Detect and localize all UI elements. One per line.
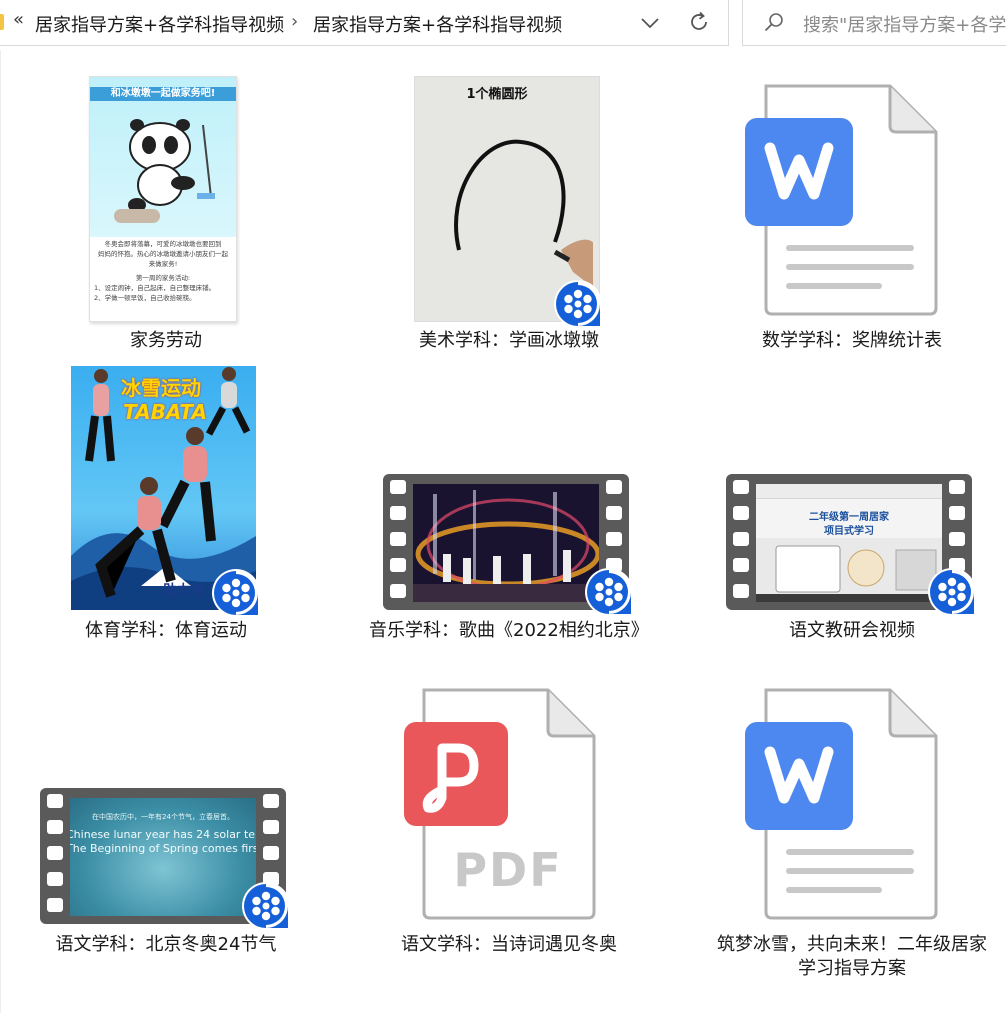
image-thumbnail: 和冰墩墩一起做家务吧! 冬奥会即将落幕，可爱的冰墩墩也要回到 妈妈的怀抱。热心的… <box>89 76 237 322</box>
film-sprockets-left <box>388 474 408 610</box>
video-player-icon <box>212 569 260 617</box>
video-player-icon <box>585 568 633 616</box>
thumbnail-title: 和冰墩墩一起做家务吧! <box>90 87 236 101</box>
subtitle-line: 在中国农历中，一年有24个节气，立春居首。 <box>92 813 234 821</box>
thumbnail-title: 1个椭圆形 <box>466 87 528 102</box>
file-name: 数学学科：奖牌统计表 <box>762 330 942 351</box>
slide-toolbar <box>756 484 942 499</box>
thumbnail-footer: 助力冬 <box>163 583 205 599</box>
file-name: 语文学科：当诗词遇见冬奥 <box>401 934 617 955</box>
word-document-icon <box>745 688 938 920</box>
panda-illustration <box>128 119 215 212</box>
file-name: 语文教研会视频 <box>789 620 915 641</box>
breadcrumb-separator-icon[interactable]: › <box>291 11 298 32</box>
search-box[interactable]: 搜索"居家指导方案+各学科指导视频" <box>742 0 1006 46</box>
slide-title: 二年级第一周居家 <box>809 512 889 523</box>
breadcrumb-item[interactable]: 居家指导方案+各学科指导视频 <box>35 11 284 37</box>
breadcrumb-overflow[interactable]: « <box>13 9 24 30</box>
pane-divider <box>0 50 1 1013</box>
film-sprockets-left <box>731 474 751 610</box>
film-sprockets-left <box>45 788 65 924</box>
video-frame: 二年级第一周居家 项目式学习 <box>756 484 942 602</box>
video-player-icon <box>554 280 602 328</box>
video-player-icon <box>242 882 290 930</box>
video-frame: 在中国农历中，一年有24个节气，立春居首。 Chinese lunar year… <box>70 798 256 916</box>
pdf-badge: PDF <box>453 843 563 897</box>
file-name: 美术学科：学画冰墩墩 <box>419 330 599 351</box>
file-name: 音乐学科：歌曲《2022相约北京》 <box>369 620 649 641</box>
subtitle-line: The Beginning of Spring comes first <box>70 842 256 855</box>
file-name: 家务劳动 <box>130 330 202 351</box>
video-frame <box>413 484 599 602</box>
chevron-down-icon[interactable] <box>639 12 661 34</box>
search-icon <box>764 13 783 32</box>
search-input[interactable]: 搜索"居家指导方案+各学科指导视频" <box>803 11 1006 37</box>
folder-icon <box>0 14 4 30</box>
subtitle-line: Chinese lunar year has 24 solar terms <box>70 828 256 841</box>
desk-illustration <box>756 538 942 602</box>
breadcrumb-item-current[interactable]: 居家指导方案+各学科指导视频 <box>313 11 562 37</box>
slide-subtitle: 项目式学习 <box>824 526 874 537</box>
file-name: 筑梦冰雪，共向未来！二年级居家学习指导方案 <box>717 934 987 979</box>
navigation-bar: « 居家指导方案+各学科指导视频 › 居家指导方案+各学科指导视频 搜索"居家指… <box>0 0 1006 50</box>
file-name: 体育学科：体育运动 <box>85 620 247 641</box>
debris <box>114 209 160 223</box>
word-document-icon <box>745 84 938 316</box>
refresh-icon[interactable] <box>687 10 711 34</box>
thumbnail-text: 冬奥会即将落幕，可爱的冰墩墩也要回到 妈妈的怀抱。热心的冰墩墩邀请小朋友们一起 … <box>94 240 228 302</box>
file-name: 语文学科：北京冬奥24节气 <box>55 934 277 955</box>
video-player-icon <box>928 568 976 616</box>
address-bar[interactable]: « 居家指导方案+各学科指导视频 › 居家指导方案+各学科指导视频 <box>0 0 729 46</box>
